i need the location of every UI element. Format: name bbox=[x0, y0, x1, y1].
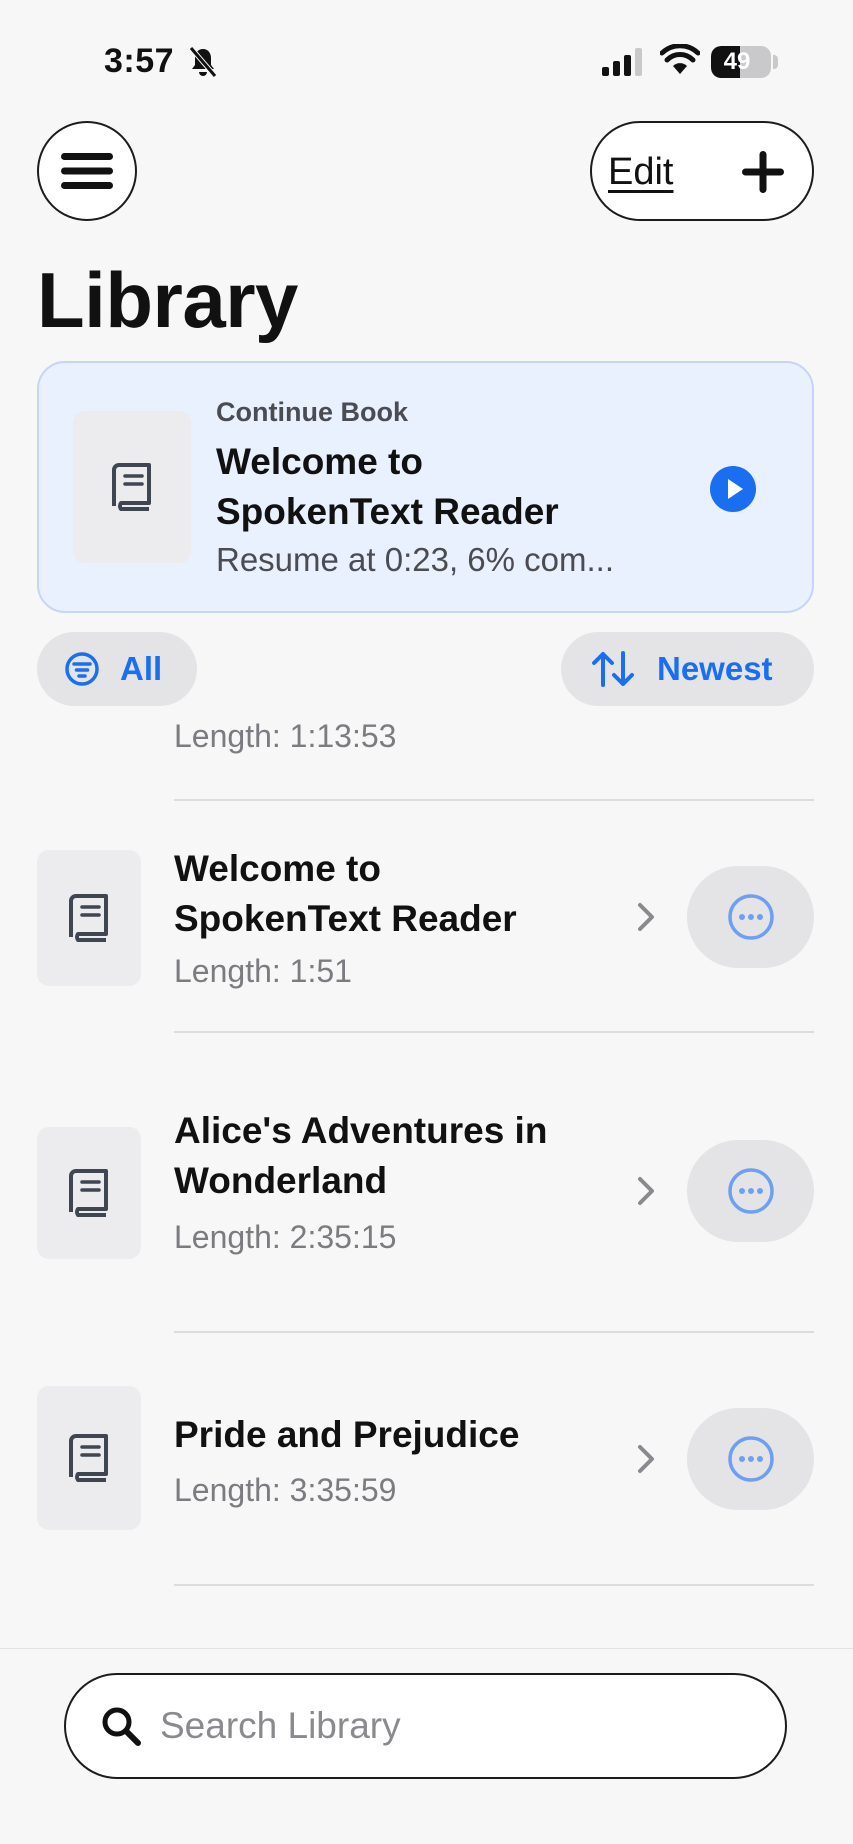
menu-button[interactable] bbox=[37, 121, 137, 221]
plus-icon[interactable] bbox=[740, 149, 786, 195]
search-icon bbox=[102, 1707, 141, 1746]
book-icon bbox=[69, 1169, 108, 1217]
ellipsis-circle-icon bbox=[727, 1436, 774, 1482]
list-item[interactable]: Pride and Prejudice Length: 3:35:59 bbox=[0, 1332, 853, 1584]
ellipsis-circle-icon bbox=[727, 894, 774, 940]
continue-progress: Resume at 0:23, 6% com... bbox=[216, 541, 615, 578]
hamburger-icon bbox=[61, 153, 113, 189]
bell-slash-icon bbox=[189, 46, 217, 78]
cellular-signal-icon bbox=[602, 48, 642, 76]
list-item-length: Length: 2:35:15 bbox=[174, 1219, 397, 1255]
ellipsis-circle-icon bbox=[727, 1168, 774, 1214]
filter-all-button[interactable]: All bbox=[37, 632, 197, 706]
list-item-title: Alice's Adventures in Wonderland bbox=[174, 1110, 548, 1201]
book-cover bbox=[37, 850, 141, 986]
list-item-length: Length: 1:51 bbox=[174, 953, 352, 989]
filter-circle-icon bbox=[65, 652, 99, 686]
battery-icon: 49 bbox=[711, 46, 771, 78]
filter-all-label: All bbox=[120, 650, 163, 687]
list-item-length: Length: 1:13:53 bbox=[174, 718, 397, 754]
bottom-search-bar: Search Library bbox=[0, 1648, 853, 1844]
continue-kicker: Continue Book bbox=[216, 397, 408, 427]
book-cover bbox=[37, 1127, 141, 1259]
list-item-title: Pride and Prejudice bbox=[174, 1414, 520, 1455]
chevron-right-icon bbox=[638, 1445, 654, 1473]
status-time: 3:57 bbox=[104, 42, 175, 80]
edit-button[interactable]: Edit bbox=[608, 151, 673, 194]
play-circle-icon[interactable] bbox=[709, 465, 757, 513]
sort-arrows-icon bbox=[592, 651, 634, 687]
edit-add-group: Edit bbox=[590, 121, 814, 221]
book-icon bbox=[69, 1434, 108, 1482]
list-item[interactable]: Alice's Adventures in Wonderland Length:… bbox=[0, 1032, 853, 1332]
book-cover bbox=[73, 411, 191, 563]
battery-nub bbox=[773, 55, 778, 69]
book-icon bbox=[112, 463, 151, 511]
more-options-button[interactable] bbox=[687, 866, 814, 968]
list-item-title: Welcome to SpokenText Reader bbox=[174, 848, 517, 939]
more-options-button[interactable] bbox=[687, 1140, 814, 1242]
book-icon bbox=[69, 894, 108, 942]
sort-newest-label: Newest bbox=[657, 650, 773, 687]
sort-newest-button[interactable]: Newest bbox=[561, 632, 814, 706]
battery-level: 49 bbox=[723, 48, 751, 75]
list-item[interactable]: Welcome to SpokenText Reader Length: 1:5… bbox=[0, 800, 853, 1032]
continue-book-card[interactable]: Continue Book Welcome to SpokenText Read… bbox=[37, 361, 814, 613]
more-options-button[interactable] bbox=[687, 1408, 814, 1510]
wifi-icon bbox=[660, 44, 700, 74]
page-title: Library bbox=[37, 256, 298, 344]
continue-title: Welcome to SpokenText Reader bbox=[216, 441, 559, 532]
list-divider bbox=[174, 1584, 814, 1586]
status-bar: 3:57 49 bbox=[0, 0, 853, 120]
book-cover bbox=[37, 1386, 141, 1530]
list-item-length: Length: 3:35:59 bbox=[174, 1472, 397, 1508]
chevron-right-icon bbox=[638, 1177, 654, 1205]
search-placeholder: Search Library bbox=[160, 1705, 401, 1746]
chevron-right-icon bbox=[638, 903, 654, 931]
search-input[interactable]: Search Library bbox=[64, 1673, 787, 1779]
